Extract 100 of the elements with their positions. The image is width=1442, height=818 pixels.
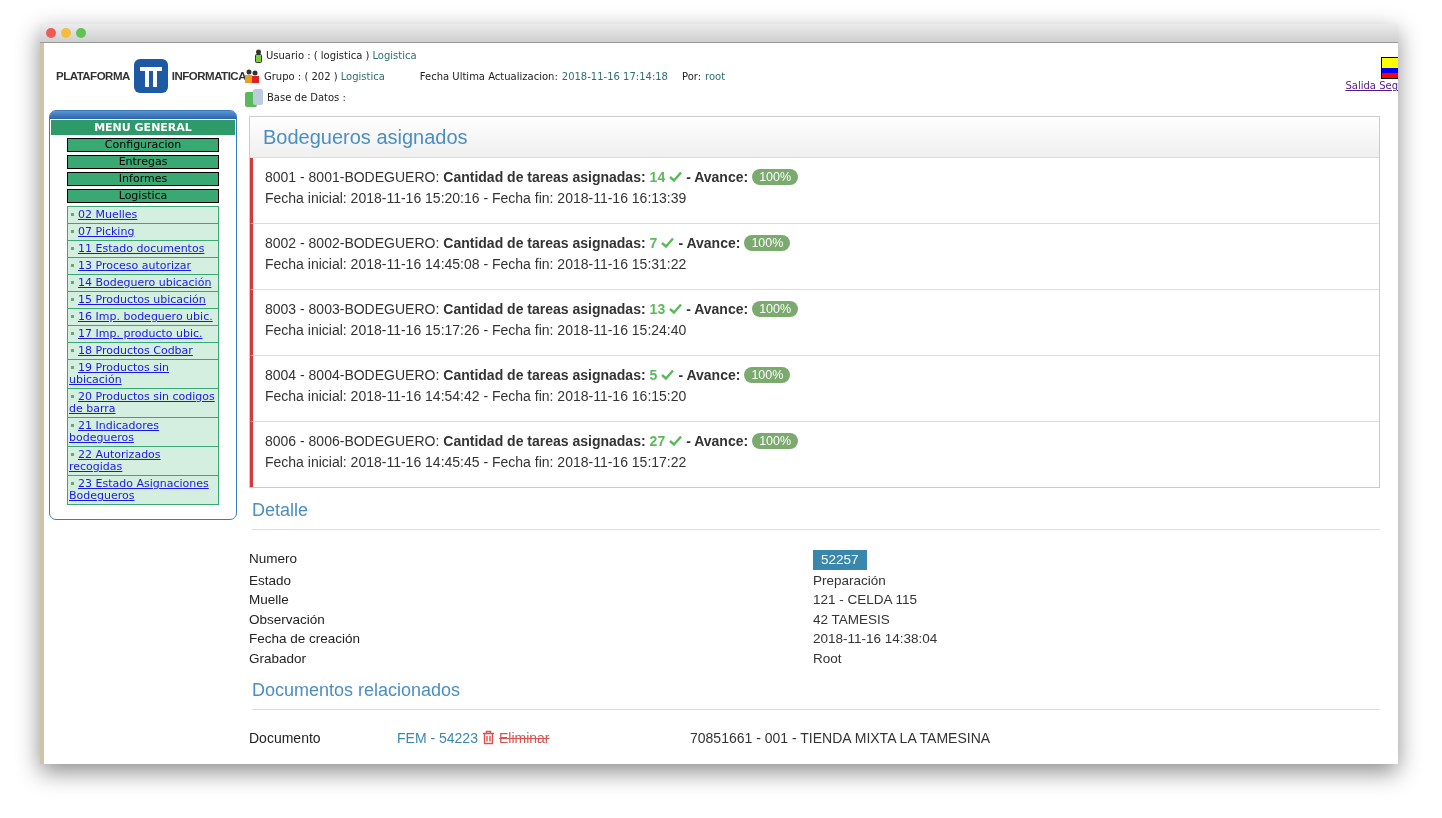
user-label: Usuario : ( logistica ) xyxy=(266,50,370,61)
field-label: Muelle xyxy=(249,591,290,609)
group-label: Grupo : ( 202 ) xyxy=(264,71,338,82)
bullet-icon xyxy=(71,281,74,284)
bullet-icon xyxy=(71,482,74,485)
document-link[interactable]: FEM - 54223 xyxy=(397,729,478,746)
database-icon xyxy=(244,87,264,108)
bullet-icon xyxy=(71,247,74,250)
bullet-icon xyxy=(71,315,74,318)
field-label: Observación xyxy=(249,610,326,629)
menu-link[interactable]: 18 Productos Codbar xyxy=(68,343,218,360)
check-icon xyxy=(661,237,675,248)
author-label: Por: xyxy=(682,71,702,82)
group-value: Logistica xyxy=(340,71,385,82)
bullet-icon xyxy=(71,349,74,352)
number-badge: 52257 xyxy=(813,550,867,570)
field-value: 42 TAMESIS xyxy=(813,610,891,629)
field-label: Fecha de creación xyxy=(249,630,362,648)
menu-link[interactable]: 13 Proceso autorizar xyxy=(68,258,218,275)
bullet-icon xyxy=(71,230,74,233)
date-range: Fecha inicial: 2018-11-16 14:45:08 - Fecha fin: 2018-11-16 15:31:22 xyxy=(265,256,688,272)
bullet-icon xyxy=(71,453,74,456)
progress-label: - Avance: xyxy=(686,433,749,449)
field-label: Grabador xyxy=(249,649,308,668)
task-count: 14 xyxy=(649,169,666,185)
field-value: 2018-11-16 14:38:04 xyxy=(813,630,939,648)
check-icon xyxy=(661,369,675,380)
progress-badge: 100% xyxy=(752,433,799,449)
trash-icon xyxy=(481,730,495,746)
menu-section-button[interactable]: Configuracion xyxy=(67,138,219,152)
progress-label: - Avance: xyxy=(686,169,749,185)
menu-link[interactable]: 20 Productos sin codigos de barra xyxy=(68,389,218,418)
task-count: 5 xyxy=(649,367,658,383)
bullet-icon xyxy=(71,298,74,301)
bullet-icon xyxy=(71,264,74,267)
count-label: Cantidad de tareas asignadas: xyxy=(443,367,646,383)
update-date: 2018-11-16 17:14:18 xyxy=(561,71,668,82)
menu-link[interactable]: 17 Imp. producto ubic. xyxy=(68,326,218,343)
update-label: Fecha Ultima Actualizacion: xyxy=(419,71,558,82)
group-icon xyxy=(244,69,261,84)
progress-label: - Avance: xyxy=(678,235,741,251)
worker-name: 8002 - 8002-BODEGUERO: xyxy=(265,235,440,251)
worker-name: 8006 - 8006-BODEGUERO: xyxy=(265,433,440,449)
field-label: Numero xyxy=(249,550,298,568)
check-icon xyxy=(669,303,683,314)
count-label: Cantidad de tareas asignadas: xyxy=(443,169,646,185)
menu-section-button[interactable]: Informes xyxy=(67,172,219,186)
field-label: Estado xyxy=(249,571,293,590)
menu-link[interactable]: 16 Imp. bodeguero ubic. xyxy=(68,309,218,326)
section-title: Detalle xyxy=(252,500,1380,530)
count-label: Cantidad de tareas asignadas: xyxy=(443,301,646,317)
menu-title: MENU GENERAL xyxy=(51,120,235,135)
section-title: Documentos relacionados xyxy=(252,679,1380,710)
menu-link[interactable]: 02 Muelles xyxy=(68,207,218,224)
logo-text: INFORMATICA xyxy=(171,70,246,82)
customer-name: 70851661 - 001 - TIENDA MIXTA LA TAMESINA xyxy=(690,729,992,746)
menu-link[interactable]: 14 Bodeguero ubicación xyxy=(68,275,218,292)
menu-link[interactable]: 19 Productos sin ubicación xyxy=(68,360,218,389)
flag-icon xyxy=(1381,57,1398,79)
count-label: Cantidad de tareas asignadas: xyxy=(443,235,646,251)
field-label: Documento xyxy=(249,729,322,746)
bullet-icon xyxy=(71,424,74,427)
date-range: Fecha inicial: 2018-11-16 14:54:42 - Fecha fin: 2018-11-16 16:15:20 xyxy=(265,388,688,404)
logo-icon xyxy=(132,58,169,94)
user-icon xyxy=(254,48,263,63)
menu-section-button[interactable]: Entregas xyxy=(67,155,219,169)
task-count: 13 xyxy=(649,301,666,317)
menu-link[interactable]: 22 Autorizados recogidas xyxy=(68,447,218,476)
progress-badge: 100% xyxy=(752,169,799,185)
bullet-icon xyxy=(71,213,74,216)
field-value: Preparación xyxy=(813,571,887,590)
bullet-icon xyxy=(71,332,74,335)
user-value: Logistica xyxy=(372,50,417,61)
date-range: Fecha inicial: 2018-11-16 15:20:16 - Fecha fin: 2018-11-16 16:13:39 xyxy=(265,190,688,206)
count-label: Cantidad de tareas asignadas: xyxy=(443,433,646,449)
delete-link[interactable]: Eliminar xyxy=(498,729,550,746)
field-value: 121 - CELDA 115 xyxy=(813,591,919,609)
field-value: Root xyxy=(813,649,843,668)
task-count: 27 xyxy=(649,433,666,449)
worker-name: 8004 - 8004-BODEGUERO: xyxy=(265,367,440,383)
date-range: Fecha inicial: 2018-11-16 15:17:26 - Fecha fin: 2018-11-16 15:24:40 xyxy=(265,322,688,338)
logo-text: PLATAFORMA xyxy=(56,70,130,82)
progress-label: - Avance: xyxy=(678,367,741,383)
progress-badge: 100% xyxy=(744,367,791,383)
database-label: Base de Datos : xyxy=(267,92,346,103)
menu-link[interactable]: 11 Estado documentos xyxy=(68,241,218,258)
progress-badge: 100% xyxy=(744,235,791,251)
menu-link[interactable]: 23 Estado Asignaciones Bodegueros xyxy=(68,476,218,504)
bullet-icon xyxy=(71,366,74,369)
task-count: 7 xyxy=(649,235,658,251)
worker-name: 8001 - 8001-BODEGUERO: xyxy=(265,169,440,185)
progress-badge: 100% xyxy=(752,301,799,317)
menu-link[interactable]: 21 Indicadores bodegueros xyxy=(68,418,218,447)
menu-section-button[interactable]: Logistica xyxy=(67,189,219,203)
menu-link[interactable]: 07 Picking xyxy=(68,224,218,241)
bullet-icon xyxy=(71,395,74,398)
check-icon xyxy=(669,171,683,182)
progress-label: - Avance: xyxy=(686,301,749,317)
exit-link[interactable]: Salida Seg xyxy=(1345,80,1398,91)
menu-link[interactable]: 15 Productos ubicación xyxy=(68,292,218,309)
